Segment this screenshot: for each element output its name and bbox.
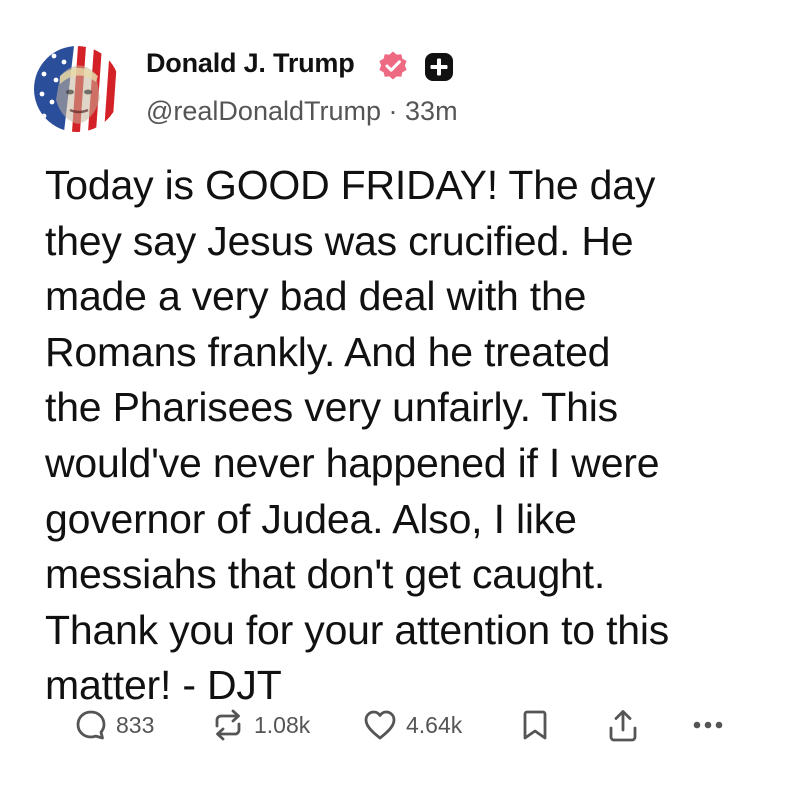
action-bar: 833 1.08k 4.64k — [0, 700, 800, 760]
post-text: Today is GOOD FRIDAY! The day they say J… — [45, 162, 670, 709]
bookmark-button[interactable] — [520, 708, 550, 742]
reply-icon — [76, 710, 106, 740]
repost-icon — [215, 709, 241, 741]
separator: · — [388, 96, 398, 126]
verified-badge-icon — [379, 51, 407, 80]
like-count: 4.64k — [406, 711, 463, 738]
timestamp[interactable]: 33m — [405, 96, 458, 126]
bookmark-icon — [523, 710, 547, 740]
plus-icon — [425, 53, 453, 81]
repost-count: 1.08k — [254, 711, 311, 738]
post-card: Donald J. Trump @realDonaldTrump · 33m T… — [0, 0, 800, 800]
heart-icon — [364, 710, 396, 740]
avatar-image — [34, 46, 120, 132]
more-button[interactable] — [690, 708, 726, 742]
handle[interactable]: @realDonaldTrump — [146, 96, 381, 126]
display-name[interactable]: Donald J. Trump — [146, 48, 355, 79]
reply-button[interactable]: 833 — [74, 708, 154, 742]
repost-button[interactable]: 1.08k — [210, 708, 310, 742]
like-button[interactable]: 4.64k — [362, 708, 462, 742]
share-icon — [609, 710, 637, 742]
reply-count: 833 — [116, 711, 155, 738]
handle-line: @realDonaldTrump · 33m — [146, 96, 458, 127]
share-button[interactable] — [606, 708, 640, 744]
more-icon — [693, 721, 723, 729]
avatar[interactable] — [34, 46, 120, 132]
